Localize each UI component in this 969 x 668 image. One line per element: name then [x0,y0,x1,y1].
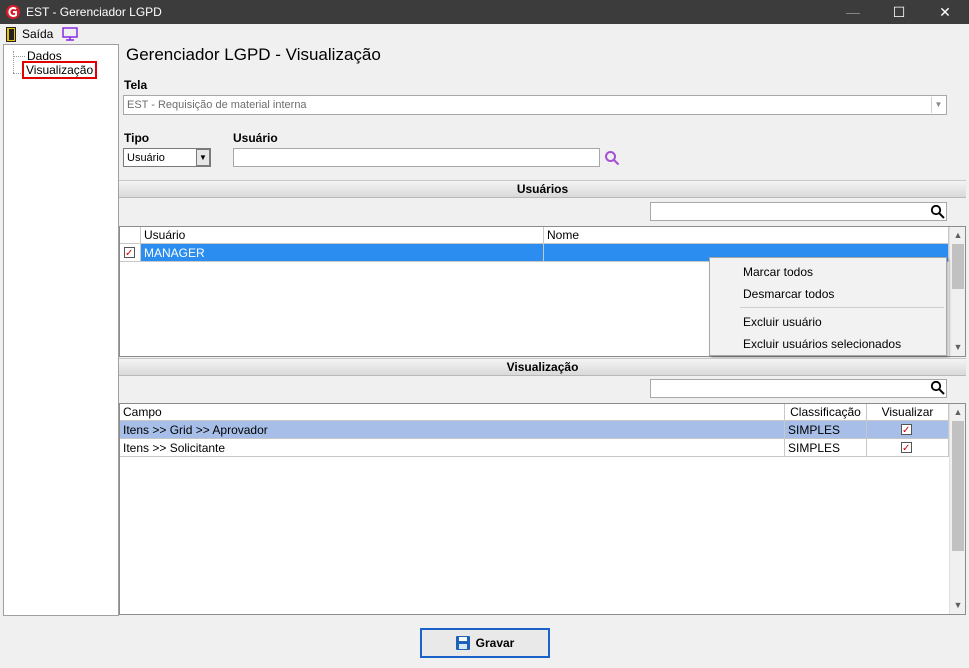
table-row[interactable]: Itens >> Grid >> Aprovador SIMPLES [120,421,949,440]
title-bar: EST - Gerenciador LGPD — ☐ ✕ [0,0,969,24]
save-button[interactable]: Gravar [420,628,550,658]
classificacao-cell: SIMPLES [785,439,867,457]
chevron-down-icon[interactable]: ▼ [196,149,210,166]
column-header-usuario[interactable]: Usuário [141,227,544,244]
scroll-down-icon[interactable]: ▼ [950,597,965,614]
visualizacao-section-header: Visualização [119,358,966,376]
tree-connector [13,73,21,74]
save-label: Gravar [475,636,515,650]
exit-label: Saída [22,27,54,41]
tree-connector [13,51,14,73]
visualizar-cell[interactable] [867,421,949,440]
table-row[interactable]: Itens >> Solicitante SIMPLES [120,439,949,458]
toolbar: Saída [0,24,969,44]
scroll-thumb[interactable] [952,421,964,551]
tree-connector [13,56,25,57]
usuario-cell: MANAGER [141,244,544,262]
menu-item-excluir-usuario[interactable]: Excluir usuário [743,315,822,329]
campo-cell: Itens >> Solicitante [120,439,785,457]
tipo-value: Usuário [127,152,165,164]
usuarios-section-header: Usuários [119,180,966,198]
tela-label: Tela [124,78,148,92]
search-icon[interactable] [930,204,946,220]
usuario-label: Usuário [233,131,278,145]
tree-item-visualizacao[interactable]: Visualização [22,61,98,79]
checkbox-checked[interactable] [901,440,912,458]
exit-door-icon [6,26,16,42]
visualizacao-grid: Campo Classificação Visualizar Itens >> … [119,403,966,615]
visualizacao-scrollbar[interactable]: ▲ ▼ [949,404,965,614]
monitor-icon[interactable] [62,27,78,41]
menu-item-marcar-todos[interactable]: Marcar todos [743,265,813,279]
scroll-down-icon[interactable]: ▼ [950,339,965,356]
app-logo-icon [6,5,20,19]
search-icon[interactable] [930,380,946,396]
column-header-visualizar[interactable]: Visualizar [867,404,949,421]
context-menu: Marcar todos Desmarcar todos Excluir usu… [709,257,947,356]
usuario-input[interactable] [233,148,600,167]
menu-separator [740,307,944,308]
maximize-button[interactable]: ☐ [876,0,922,24]
usuarios-scrollbar[interactable]: ▲ ▼ [949,227,965,356]
campo-cell: Itens >> Grid >> Aprovador [120,421,785,439]
floppy-disk-icon [455,636,470,650]
tela-select[interactable]: EST - Requisição de material interna ▼ [123,95,947,115]
page-title: Gerenciador LGPD - Visualização [126,45,381,64]
column-header-classificacao[interactable]: Classificação [785,404,867,421]
navigation-tree: Dados Visualização [3,44,119,616]
visualizacao-filter-input[interactable] [650,379,947,398]
chevron-down-icon[interactable]: ▼ [931,97,945,113]
visualizar-cell[interactable] [867,439,949,458]
window-title: EST - Gerenciador LGPD [26,5,162,19]
scroll-up-icon[interactable]: ▲ [950,404,965,421]
usuarios-filter-input[interactable] [650,202,947,221]
menu-item-desmarcar-todos[interactable]: Desmarcar todos [743,287,834,301]
checkbox-checked[interactable] [124,245,135,263]
checkbox-checked[interactable] [901,422,912,440]
column-header-campo[interactable]: Campo [120,404,785,421]
column-header-nome[interactable]: Nome [544,227,949,244]
row-check-cell[interactable] [120,244,141,263]
minimize-button[interactable]: — [830,0,876,24]
close-button[interactable]: ✕ [922,0,968,24]
tela-value: EST - Requisição de material interna [127,99,307,111]
exit-button[interactable]: Saída [6,26,53,42]
menu-item-excluir-selecionados[interactable]: Excluir usuários selecionados [743,337,901,351]
tipo-label: Tipo [124,131,150,145]
classificacao-cell: SIMPLES [785,421,867,439]
tipo-select[interactable]: Usuário ▼ [123,148,211,167]
scroll-up-icon[interactable]: ▲ [950,227,965,244]
scroll-thumb[interactable] [952,244,964,289]
search-icon[interactable] [604,150,620,166]
column-header-check [120,227,141,244]
